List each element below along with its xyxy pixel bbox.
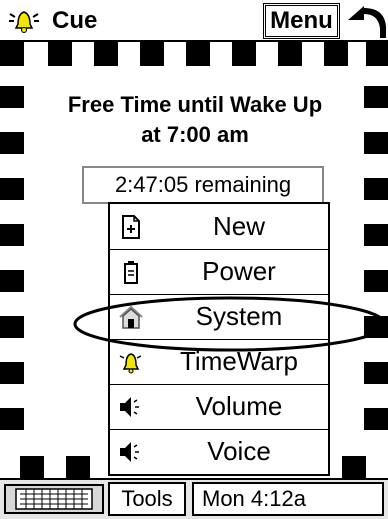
clock[interactable]: Mon 4:12a bbox=[192, 482, 384, 516]
battery-icon bbox=[124, 261, 138, 284]
bell-icon bbox=[9, 11, 39, 33]
menu-item-voice[interactable]: Voice bbox=[110, 429, 328, 474]
back-arrow-icon[interactable] bbox=[342, 2, 388, 40]
highlight-ellipse bbox=[73, 296, 387, 352]
menu-item-label: Volume bbox=[195, 391, 283, 421]
keyboard-icon[interactable] bbox=[4, 484, 104, 514]
countdown-display: 2:47:05 remaining bbox=[82, 166, 324, 204]
tools-button[interactable]: Tools bbox=[108, 482, 186, 516]
alarm-time: at 7:00 am bbox=[141, 122, 249, 147]
new-document-icon bbox=[122, 215, 140, 239]
menu-item-label: Power bbox=[202, 256, 276, 286]
menu-item-label: Voice bbox=[207, 436, 271, 466]
menu-item-volume[interactable]: Volume bbox=[110, 384, 328, 430]
menu-item-power[interactable]: Power bbox=[110, 249, 328, 295]
app-title: Cue bbox=[52, 7, 98, 34]
border-top bbox=[0, 42, 388, 66]
border-left bbox=[0, 86, 24, 430]
menu-button[interactable]: Menu bbox=[263, 3, 340, 39]
border-right bbox=[364, 86, 388, 430]
speaker-icon bbox=[120, 397, 139, 417]
menu-item-label: New bbox=[212, 211, 265, 241]
speaker-icon bbox=[120, 442, 139, 462]
alarm-title: Free Time until Wake Up bbox=[67, 92, 323, 117]
menu-item-new[interactable]: New bbox=[110, 204, 328, 250]
